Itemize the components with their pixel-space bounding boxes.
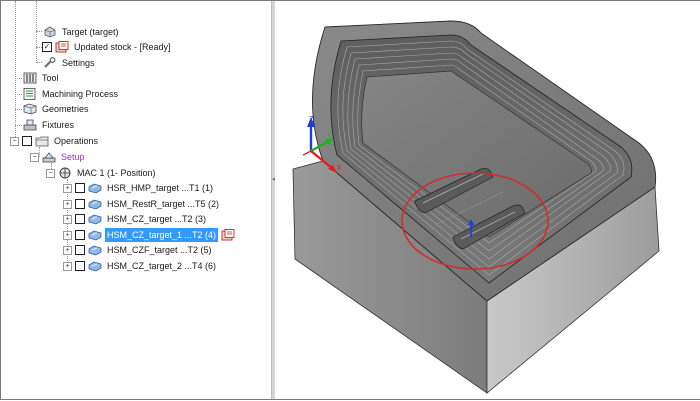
tree-connector <box>36 1 37 63</box>
expand-toggle[interactable]: + <box>63 230 72 240</box>
operation-checkbox[interactable] <box>75 183 85 193</box>
tree-connector <box>15 94 22 95</box>
setup-icon <box>42 151 56 163</box>
tree-item-label: MAC 1 (1- Position) <box>77 168 156 178</box>
operation-label: HSM_CZ_target_1 ...T2 (4) <box>105 228 219 242</box>
x-axis-label: X <box>337 165 342 172</box>
tree-connector <box>36 62 42 63</box>
stock-icon <box>55 41 69 53</box>
fixture-icon <box>23 119 37 131</box>
expand-toggle[interactable]: + <box>63 214 72 224</box>
operation-icon <box>88 213 102 225</box>
tree-item-label: Geometries <box>42 104 89 114</box>
tree-item-updated-stock[interactable]: ✓ Updated stock - [Ready] <box>42 40 173 54</box>
operation-label: HSM_RestR_target ...T5 (2) <box>107 199 220 209</box>
target-part-icon <box>43 26 57 38</box>
tree-connector <box>15 125 22 126</box>
part-model-render[interactable]: Z Y X <box>275 1 700 399</box>
operation-checkbox[interactable] <box>75 214 85 224</box>
tree-item-label: Updated stock - [Ready] <box>74 42 171 52</box>
collapse-toggle[interactable]: − <box>46 168 55 178</box>
operation-checkbox[interactable] <box>75 245 85 255</box>
tree-item-tool[interactable]: Tool <box>23 71 61 85</box>
operation-item[interactable]: + HSM_CZ_target ...T2 (3) <box>63 212 208 226</box>
tree-item-label: Target (target) <box>62 27 119 37</box>
operation-checkbox[interactable] <box>75 199 85 209</box>
process-list-icon <box>23 88 37 100</box>
tree-item-label: Fixtures <box>42 120 75 130</box>
operation-item[interactable]: + HSM_CZ_target_2 ...T4 (6) <box>63 259 218 273</box>
folder-icon <box>35 135 49 147</box>
x-axis-neg <box>302 150 312 156</box>
operation-item-selected[interactable]: + HSM_CZ_target_1 ...T2 (4) <box>63 228 238 242</box>
operation-icon <box>88 244 102 256</box>
tree-item-label: Tool <box>42 73 59 83</box>
operation-label: HSR_HMP_target ...T1 (1) <box>107 183 214 193</box>
collapse-toggle[interactable]: − <box>30 152 39 162</box>
geometry-icon <box>23 103 37 115</box>
tree-item-label: Machining Process <box>42 89 119 99</box>
operation-item[interactable]: + HSR_HMP_target ...T1 (1) <box>63 181 215 195</box>
operation-icon <box>88 229 102 241</box>
tree-item-machining-process[interactable]: Machining Process <box>23 87 120 101</box>
visibility-checkbox[interactable]: ✓ <box>42 42 52 52</box>
tree-item-setup[interactable]: − Setup <box>30 150 87 164</box>
operation-icon <box>88 198 102 210</box>
operation-icon <box>88 260 102 272</box>
expand-toggle[interactable]: + <box>63 199 72 209</box>
expand-toggle[interactable]: + <box>63 261 72 271</box>
operation-checkbox[interactable] <box>75 261 85 271</box>
operation-icon <box>88 182 102 194</box>
tree-connector <box>15 1 16 141</box>
operation-label: HSM_CZ_target_2 ...T4 (6) <box>107 261 217 271</box>
expand-toggle[interactable]: + <box>63 183 72 193</box>
tree-item-fixtures[interactable]: Fixtures <box>23 118 76 132</box>
expand-toggle[interactable]: + <box>63 245 72 255</box>
tree-item-mac1[interactable]: − MAC 1 (1- Position) <box>46 166 158 180</box>
tree-item-geometries[interactable]: Geometries <box>23 102 91 116</box>
operation-checkbox[interactable] <box>75 230 85 240</box>
tree-item-target[interactable]: Target (target) <box>43 25 121 39</box>
collapse-toggle[interactable]: − <box>10 136 19 146</box>
tree-connector <box>36 31 42 32</box>
tree-item-label: Settings <box>62 58 95 68</box>
tool-library-icon <box>23 72 37 84</box>
tree-connector <box>15 109 22 110</box>
y-axis-label: Y <box>327 132 332 139</box>
stock-update-icon <box>221 229 235 241</box>
tree-item-label: Operations <box>54 136 99 146</box>
operation-item[interactable]: + HSM_RestR_target ...T5 (2) <box>63 197 221 211</box>
wrench-icon <box>43 57 57 69</box>
tree-item-label: Setup <box>61 152 85 162</box>
operation-label: HSM_CZ_target ...T2 (3) <box>107 214 207 224</box>
operation-label: HSM_CZF_target ...T2 (5) <box>107 245 212 255</box>
3d-viewport[interactable]: Z Y X <box>275 1 700 399</box>
tree-item-operations[interactable]: − Operations <box>10 134 100 148</box>
tree-connector <box>15 78 22 79</box>
operation-item[interactable]: + HSM_CZF_target ...T2 (5) <box>63 243 214 257</box>
project-tree[interactable]: Target (target) ✓ Updated stock - [Ready… <box>1 1 271 399</box>
operations-checkbox[interactable] <box>22 136 32 146</box>
machine-position-icon <box>58 167 72 179</box>
z-axis-label: Z <box>309 115 314 124</box>
app-frame: Target (target) ✓ Updated stock - [Ready… <box>0 0 700 400</box>
tree-item-settings[interactable]: Settings <box>43 56 97 70</box>
